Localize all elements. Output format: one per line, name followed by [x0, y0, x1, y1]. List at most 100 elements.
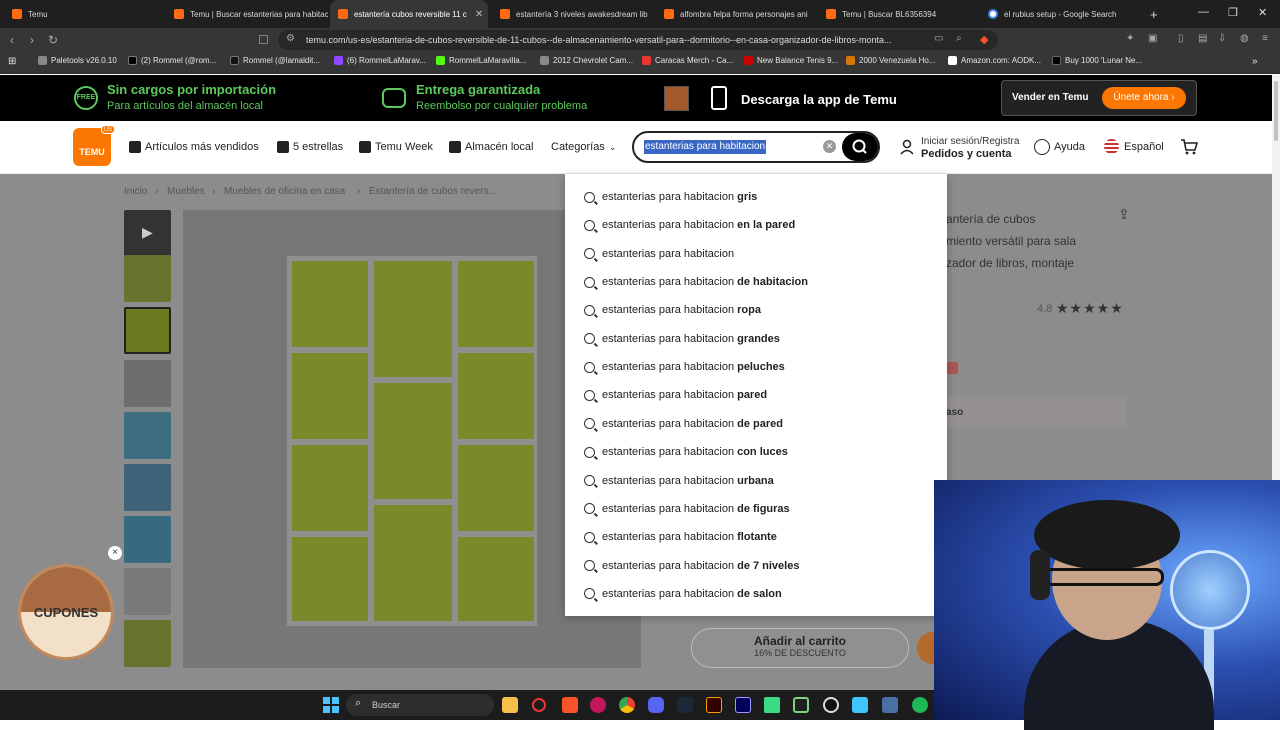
signin-line1[interactable]: Iniciar sesión/Registra [921, 136, 1019, 147]
app-icon[interactable] [764, 697, 780, 713]
product-thumbnail[interactable] [124, 412, 171, 459]
browser-tab[interactable]: Temu | Buscar estanterias para habitaci [166, 0, 328, 28]
nav-local-warehouse[interactable]: Almacén local [449, 141, 533, 153]
browser-tab[interactable]: el rubius setup - Google Search [980, 0, 1140, 28]
product-thumbnail[interactable] [124, 568, 171, 615]
browser-tab-active[interactable]: estantería cubos reversible 11 c ✕ [330, 0, 488, 28]
search-input[interactable]: estanterias para habitacion [644, 140, 767, 154]
browser-tab[interactable]: Temu [4, 0, 164, 28]
suggestion-item[interactable]: estanterias para habitacion en la pared [584, 216, 795, 234]
breadcrumb-furniture[interactable]: Muebles [167, 186, 205, 197]
breadcrumb-home[interactable]: Inicio [124, 186, 147, 197]
add-to-cart-button[interactable]: Añadir al carrito 16% DE DESCUENTO [691, 628, 909, 668]
scrollbar-thumb[interactable] [1274, 81, 1278, 141]
suggestion-item[interactable]: estanterias para habitacion de salon [584, 585, 782, 603]
bookmark-item[interactable]: Paletools v26.0.10 [38, 56, 117, 65]
illustrator-icon[interactable] [706, 697, 722, 713]
download-app-link[interactable]: Descarga la app de Temu [741, 92, 897, 107]
bookmark-icon[interactable]: ☐ [258, 33, 269, 47]
product-thumbnail[interactable] [124, 516, 171, 563]
nav-temu-week[interactable]: Temu Week [359, 141, 433, 153]
nav-best-sellers[interactable]: Artículos más vendidos [129, 141, 259, 153]
bookmark-item[interactable]: (2) Rommel (@rom... [128, 56, 216, 65]
browser-tab[interactable]: Temu | Buscar BL6356394 [818, 0, 978, 28]
menu-icon[interactable]: ≡ [1262, 33, 1268, 44]
app-icon[interactable] [882, 697, 898, 713]
bookmark-item[interactable]: RommelLaMaravilla... [436, 56, 526, 65]
suggestion-item[interactable]: estanterias para habitacion de pared [584, 415, 783, 433]
downloads-icon[interactable]: ⇩ [1218, 33, 1226, 44]
product-thumbnail[interactable] [124, 360, 171, 407]
signin-line2[interactable]: Pedidos y cuenta [921, 148, 1011, 160]
user-icon[interactable] [899, 139, 915, 155]
video-thumbnail[interactable]: ▶ [124, 210, 171, 257]
cast-icon[interactable]: ▭ [934, 33, 943, 44]
app-icon[interactable] [793, 697, 809, 713]
more-bookmarks-icon[interactable]: » [1252, 56, 1258, 67]
nav-five-stars[interactable]: 5 estrellas [277, 141, 343, 153]
suggestion-item[interactable]: estanterias para habitacion flotante [584, 528, 777, 546]
browser-tab[interactable]: estantería 3 niveles awakesdream lib [492, 0, 654, 28]
suggestion-item[interactable]: estanterias para habitacion con luces [584, 443, 788, 461]
back-icon[interactable]: ‹ [10, 33, 14, 47]
sidebar-icon[interactable]: ▯ [1178, 33, 1184, 44]
bookmark-item[interactable]: New Balance Tenis 9... [744, 56, 838, 65]
steam-icon[interactable] [677, 697, 693, 713]
close-window-icon[interactable]: ✕ [1258, 6, 1267, 19]
product-thumbnail-selected[interactable] [124, 307, 171, 354]
opera-icon[interactable] [532, 698, 546, 712]
bookmark-item[interactable]: Buy 1000 'Lunar Ne... [1052, 56, 1142, 65]
clear-search-icon[interactable]: ✕ [823, 140, 836, 153]
page-scrollbar[interactable] [1272, 75, 1280, 480]
suggestion-item[interactable]: estanterias para habitacion pared [584, 386, 767, 404]
language-selector[interactable]: Español [1124, 141, 1164, 153]
bookmark-item[interactable]: Caracas Merch - Ca... [642, 56, 733, 65]
suggestion-item[interactable]: estanterias para habitacion urbana [584, 472, 774, 490]
close-tab-icon[interactable]: ✕ [475, 9, 483, 20]
windows-start-icon[interactable] [322, 696, 340, 714]
bookmark-item[interactable]: (6) RommelLaMarav... [334, 56, 426, 65]
share-icon[interactable]: ⇪ [1118, 206, 1130, 223]
suggestion-item[interactable]: estanterias para habitacion de habitacion [584, 273, 808, 291]
extensions-icon[interactable]: ✦ [1126, 33, 1134, 44]
browser-tab[interactable]: alfombra felpa forma personajes ani [656, 0, 816, 28]
bookmark-item[interactable]: Amazon.com: AODK... [948, 56, 1041, 65]
chrome-icon[interactable] [619, 697, 635, 713]
suggestion-item[interactable]: estanterias para habitacion ropa [584, 301, 761, 319]
suggestion-item[interactable]: estanterias para habitacion gris [584, 188, 757, 206]
zoom-icon[interactable]: ⌕ [956, 33, 962, 44]
app-icon[interactable] [852, 697, 868, 713]
help-icon[interactable] [1034, 139, 1050, 155]
close-coupon-icon[interactable]: × [108, 546, 122, 560]
nav-categories[interactable]: Categorías ⌄ [551, 141, 616, 153]
product-thumbnail[interactable] [124, 255, 171, 302]
site-info-icon[interactable]: ⚙ [286, 33, 295, 44]
bookmark-item[interactable]: 2000 Venezuela Ho... [846, 56, 936, 65]
suggestion-item[interactable]: estanterias para habitacion peluches [584, 358, 785, 376]
product-thumbnail[interactable] [124, 620, 171, 667]
brave-icon[interactable] [562, 697, 578, 713]
suggestion-item[interactable]: estanterias para habitacion grandes [584, 330, 780, 348]
spotify-icon[interactable] [912, 697, 928, 713]
product-thumbnail[interactable] [124, 464, 171, 511]
taskbar-search[interactable]: Buscar [346, 694, 494, 716]
wallet2-icon[interactable]: ▤ [1198, 33, 1207, 44]
file-explorer-icon[interactable] [502, 697, 518, 713]
help-link[interactable]: Ayuda [1054, 141, 1085, 153]
breadcrumb-office[interactable]: Muebles de oficina en casa [224, 186, 345, 197]
bookmark-item[interactable]: Rommel (@lamaldit... [230, 56, 320, 65]
profile-icon[interactable]: ◍ [1240, 33, 1249, 44]
suggestion-item[interactable]: estanterias para habitacion de figuras [584, 500, 790, 518]
coupons-widget[interactable]: CUPONES [18, 564, 114, 660]
wallet-icon[interactable]: ▣ [1148, 33, 1157, 44]
music-app-icon[interactable] [590, 697, 606, 713]
suggestion-item[interactable]: estanterias para habitacion [584, 245, 737, 263]
search-button[interactable] [842, 133, 878, 161]
url-field[interactable]: temu.com/us-es/estanteria-de-cubos-rever… [278, 30, 998, 50]
forward-icon[interactable]: › [30, 33, 34, 47]
cart-icon[interactable] [1180, 138, 1199, 156]
minimize-icon[interactable]: — [1198, 6, 1209, 18]
bookmark-item[interactable]: 2012 Chevrolet Cam... [540, 56, 633, 65]
apps-icon[interactable]: ⊞ [8, 56, 16, 67]
discord-icon[interactable] [648, 697, 664, 713]
